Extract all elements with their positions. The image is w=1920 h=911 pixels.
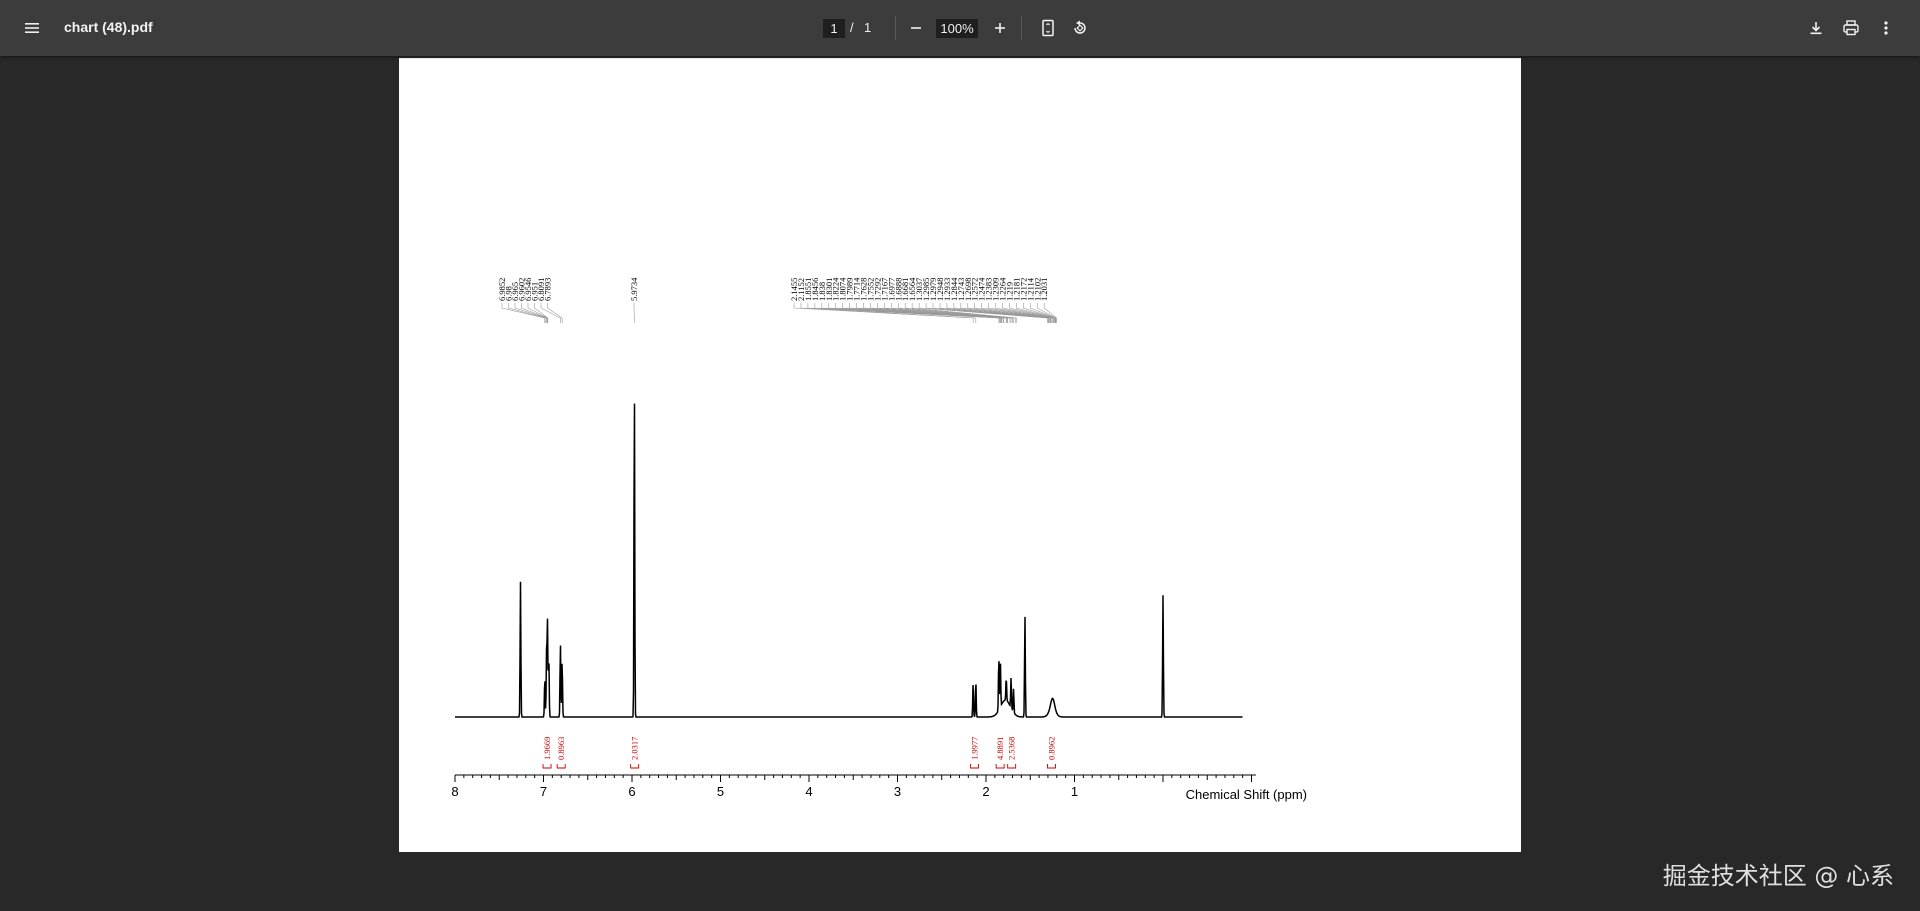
zoom-out-button[interactable]	[902, 14, 930, 42]
integral-group: 1.9669 0.8963 2.0317 1.9977 4.8891 2.5368 0.89…	[542, 737, 1056, 769]
integral-value-label: 0.8962	[1046, 737, 1056, 760]
integral-bracket	[970, 764, 979, 769]
nmr-spectrum-chart: 6.98526.986.9656.96026.95466.9516.80916.…	[451, 277, 1307, 802]
watermark: 掘金技术社区 @ 心系	[1662, 862, 1894, 890]
menu-button[interactable]	[18, 14, 46, 42]
more-actions-button[interactable]	[1872, 14, 1900, 42]
x-tick-label: 8	[451, 784, 458, 799]
more-vert-icon	[1884, 21, 1888, 35]
zoom-out-icon	[911, 27, 921, 29]
x-tick-label: 5	[717, 784, 724, 799]
integral-bracket	[542, 764, 552, 769]
integral-bracket	[630, 764, 640, 769]
print-icon	[1843, 20, 1859, 36]
document-title: chart (48).pdf	[64, 19, 153, 35]
x-axis: 8 7 6 5 4 3 2 1	[451, 774, 1256, 799]
chemical-shift-label: 1.2031	[1039, 278, 1049, 301]
chemical-shift-label: 5.9734	[629, 277, 639, 301]
download-icon	[1810, 22, 1822, 35]
x-tick-label: 2	[982, 784, 989, 799]
zoom-input[interactable]	[936, 19, 978, 38]
integral-bracket	[1047, 764, 1056, 769]
menu-icon	[25, 23, 39, 33]
pdf-page: 6.9852 6.98 6.965 6.9602 6.9546 6.951 6.8091 6.…	[399, 58, 1521, 852]
print-button[interactable]	[1837, 14, 1865, 42]
label-leader-line	[547, 303, 563, 323]
spectrum-line	[455, 403, 1243, 718]
zoom-in-button[interactable]	[986, 14, 1014, 42]
page-number-input[interactable]	[823, 19, 845, 38]
rotate-button[interactable]	[1066, 14, 1094, 42]
x-tick-label: 1	[1071, 784, 1078, 799]
x-axis-label: Chemical Shift (ppm)	[1186, 787, 1307, 802]
integral-value-label: 4.8891	[995, 737, 1005, 760]
chemical-shift-label: 6.7893	[543, 278, 553, 301]
integral-value-label: 1.9977	[969, 737, 979, 760]
integral-bracket	[1007, 764, 1017, 769]
peak-label-group: 6.98526.986.9656.96026.95466.9516.80916.…	[497, 277, 1057, 323]
label-leader-line	[508, 303, 546, 323]
fit-page-icon	[1042, 19, 1054, 37]
integral-value-label: 2.5368	[1007, 737, 1017, 760]
pdf-toolbar: chart (48).pdf / 1	[0, 0, 1920, 56]
x-tick-label: 3	[894, 784, 901, 799]
integral-value-label: 2.0317	[630, 737, 640, 760]
integral-bracket	[556, 764, 566, 769]
download-button[interactable]	[1802, 14, 1830, 42]
rotate-icon	[1074, 20, 1086, 34]
x-tick-label: 6	[628, 784, 635, 799]
integral-value-label: 1.9669	[542, 737, 552, 760]
integral-value-label: 0.8963	[556, 737, 566, 760]
label-leader-line	[540, 303, 561, 323]
toolbar-divider	[895, 16, 896, 40]
label-leader-line	[514, 303, 547, 323]
toolbar-divider	[1021, 16, 1022, 40]
page-separator: /	[850, 20, 854, 35]
integral-bracket	[995, 764, 1005, 769]
x-tick-label: 4	[805, 784, 812, 799]
zoom-in-icon	[995, 23, 1005, 33]
x-tick-label: 7	[540, 784, 547, 799]
page-total: 1	[864, 20, 872, 35]
fit-page-button[interactable]	[1034, 14, 1062, 42]
